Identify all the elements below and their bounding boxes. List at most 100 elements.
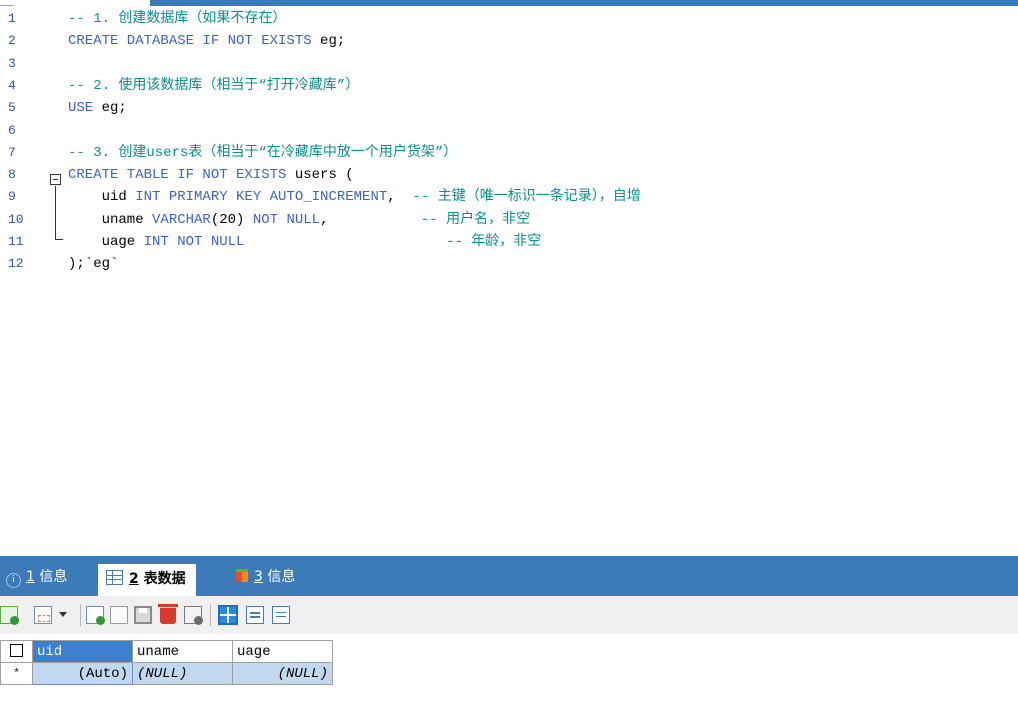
sql-identifier: );`eg` xyxy=(68,256,119,273)
code-text: CREATE TABLE IF NOT EXISTS users ( xyxy=(68,164,354,186)
add-row-icon[interactable] xyxy=(0,606,19,625)
cancel-icon[interactable] xyxy=(184,606,203,625)
chevron-down-icon[interactable] xyxy=(58,606,68,624)
sql-keyword: CREATE DATABASE IF NOT EXISTS xyxy=(68,33,321,50)
tab-number: 2 xyxy=(129,571,139,587)
top-strip xyxy=(0,0,1018,8)
code-text: uname VARCHAR(20) NOT NULL, -- 用户名，非空 xyxy=(68,209,531,231)
table-grid-icon xyxy=(106,570,123,585)
tab-label: 信息 xyxy=(39,569,68,585)
code-line[interactable]: 10 uname VARCHAR(20) NOT NULL, -- 用户名，非空 xyxy=(0,209,1018,231)
line-number: 8 xyxy=(8,167,16,183)
sql-identifier xyxy=(244,234,446,250)
line-number: 5 xyxy=(8,100,16,116)
tab-table-data[interactable]: 2 表数据 xyxy=(98,564,196,596)
grid-view-icon[interactable] xyxy=(218,605,238,625)
sql-keyword: NOT NULL xyxy=(252,211,321,228)
line-number: 10 xyxy=(8,211,24,227)
sql-keyword: USE xyxy=(68,100,102,117)
code-line[interactable]: 2 CREATE DATABASE IF NOT EXISTS eg; xyxy=(0,30,1018,52)
sql-keyword: INT PRIMARY KEY AUTO_INCREMENT xyxy=(135,189,388,206)
code-line[interactable]: 8 CREATE TABLE IF NOT EXISTS users ( xyxy=(0,164,1018,186)
sql-keyword: CREATE TABLE IF NOT EXISTS xyxy=(68,167,295,184)
code-text: -- 2. 使用该数据库（相当于“打开冷藏库”） xyxy=(68,75,359,97)
sql-keyword: INT NOT NULL xyxy=(143,234,245,250)
data-grid: uid uname uage * (Auto) (NULL) (NULL) xyxy=(0,640,333,685)
code-text: -- 1. 创建数据库（如果不存在） xyxy=(68,8,286,30)
line-number: 7 xyxy=(8,144,16,160)
cell-uage[interactable]: (NULL) xyxy=(232,662,333,685)
line-number: 6 xyxy=(8,122,16,138)
tab-number: 3 xyxy=(254,569,263,585)
code-text: uage INT NOT NULL -- 年龄，非空 xyxy=(68,231,542,253)
code-line[interactable]: 7 -- 3. 创建users表（相当于“在冷藏库中放一个用户货架”） xyxy=(0,142,1018,164)
copy-row-icon[interactable] xyxy=(110,606,128,624)
sql-comment: -- 1. 创建数据库（如果不存在） xyxy=(68,11,287,27)
sql-comment: -- 3. 创建users表（相当于“在冷藏库中放一个用户货架”） xyxy=(68,144,458,161)
cell-uname[interactable]: (NULL) xyxy=(132,662,233,685)
line-number: 1 xyxy=(8,11,16,26)
sql-comment: -- 年龄，非空 xyxy=(446,234,542,250)
code-text: -- 3. 创建users表（相当于“在冷藏库中放一个用户货架”） xyxy=(68,142,457,164)
result-panel: i1 信息 2 表数据 3 信息 uid uname uage * (Auto)… xyxy=(0,556,1018,712)
tab-label: 信息 xyxy=(267,569,296,585)
line-number: 9 xyxy=(8,189,16,205)
sql-comment: -- 2. 使用该数据库（相当于“打开冷藏库”） xyxy=(68,77,360,94)
insert-row-icon[interactable] xyxy=(34,606,52,624)
code-line[interactable]: 12 );`eg` xyxy=(0,253,1018,275)
line-number: 12 xyxy=(8,256,24,272)
toolbar-divider xyxy=(210,604,211,626)
sql-identifier: uage xyxy=(68,234,144,250)
checkbox-icon xyxy=(10,644,23,658)
new-row-marker: * xyxy=(0,662,33,685)
text-view-icon[interactable] xyxy=(272,606,290,624)
info-icon: i xyxy=(6,573,21,588)
code-line[interactable]: 1 -- 1. 创建数据库（如果不存在） xyxy=(0,8,1018,30)
select-all-checkbox[interactable] xyxy=(0,640,33,663)
sql-comment: -- 用户名，非空 xyxy=(420,211,531,228)
code-text: CREATE DATABASE IF NOT EXISTS eg; xyxy=(68,30,345,52)
line-number: 11 xyxy=(8,234,24,249)
sql-identifier: eg; xyxy=(101,100,127,117)
code-line[interactable]: 11 uage INT NOT NULL -- 年龄，非空 xyxy=(0,231,1018,253)
tab-number: 1 xyxy=(26,569,35,585)
cube-icon xyxy=(236,569,248,582)
column-header-uid[interactable]: uid xyxy=(32,640,133,663)
sql-comment: -- 主键（唯一标识一条记录），自增 xyxy=(412,189,641,206)
window-title-bar xyxy=(150,0,1018,6)
code-text: USE eg; xyxy=(68,97,127,119)
code-line[interactable]: 6 xyxy=(0,120,1018,142)
sql-identifier: users ( xyxy=(294,167,354,184)
grid-header-row: uid uname uage xyxy=(0,640,333,663)
sql-identifier: uname xyxy=(68,211,153,228)
code-text: uid INT PRIMARY KEY AUTO_INCREMENT, -- 主… xyxy=(68,186,641,208)
sql-identifier: (20) xyxy=(210,211,253,228)
tab-info-1[interactable]: i1 信息 xyxy=(6,563,67,591)
result-tabbar: i1 信息 2 表数据 3 信息 xyxy=(0,556,1018,596)
table-row: * (Auto) (NULL) (NULL) xyxy=(0,662,333,685)
tab-label: 表数据 xyxy=(143,571,186,587)
code-line[interactable]: 9 uid INT PRIMARY KEY AUTO_INCREMENT, --… xyxy=(0,186,1018,208)
cell-uid[interactable]: (Auto) xyxy=(32,662,133,685)
sql-identifier: , xyxy=(387,189,413,206)
save-icon[interactable] xyxy=(134,606,152,624)
column-header-uname[interactable]: uname xyxy=(132,640,233,663)
line-number: 2 xyxy=(8,33,16,49)
sql-identifier: eg; xyxy=(320,33,346,50)
result-toolbar xyxy=(0,596,1018,634)
line-number: 4 xyxy=(8,77,16,93)
duplicate-row-icon[interactable] xyxy=(86,606,105,625)
sql-editor[interactable]: 1 -- 1. 创建数据库（如果不存在） 2 CREATE DATABASE IF N… xyxy=(0,8,1018,553)
editor-corner xyxy=(0,0,14,6)
sql-keyword: VARCHAR xyxy=(152,211,211,228)
code-line[interactable]: 4 -- 2. 使用该数据库（相当于“打开冷藏库”） xyxy=(0,75,1018,97)
column-header-uage[interactable]: uage xyxy=(232,640,333,663)
code-line[interactable]: 5 USE eg; xyxy=(0,97,1018,119)
tab-info-3[interactable]: 3 信息 xyxy=(236,563,295,591)
code-line[interactable]: 3 xyxy=(0,53,1018,75)
code-text: );`eg` xyxy=(68,253,118,275)
form-view-icon[interactable] xyxy=(246,606,264,624)
sql-identifier: uid xyxy=(68,189,136,206)
line-number: 3 xyxy=(8,55,16,71)
delete-icon[interactable] xyxy=(158,604,178,624)
